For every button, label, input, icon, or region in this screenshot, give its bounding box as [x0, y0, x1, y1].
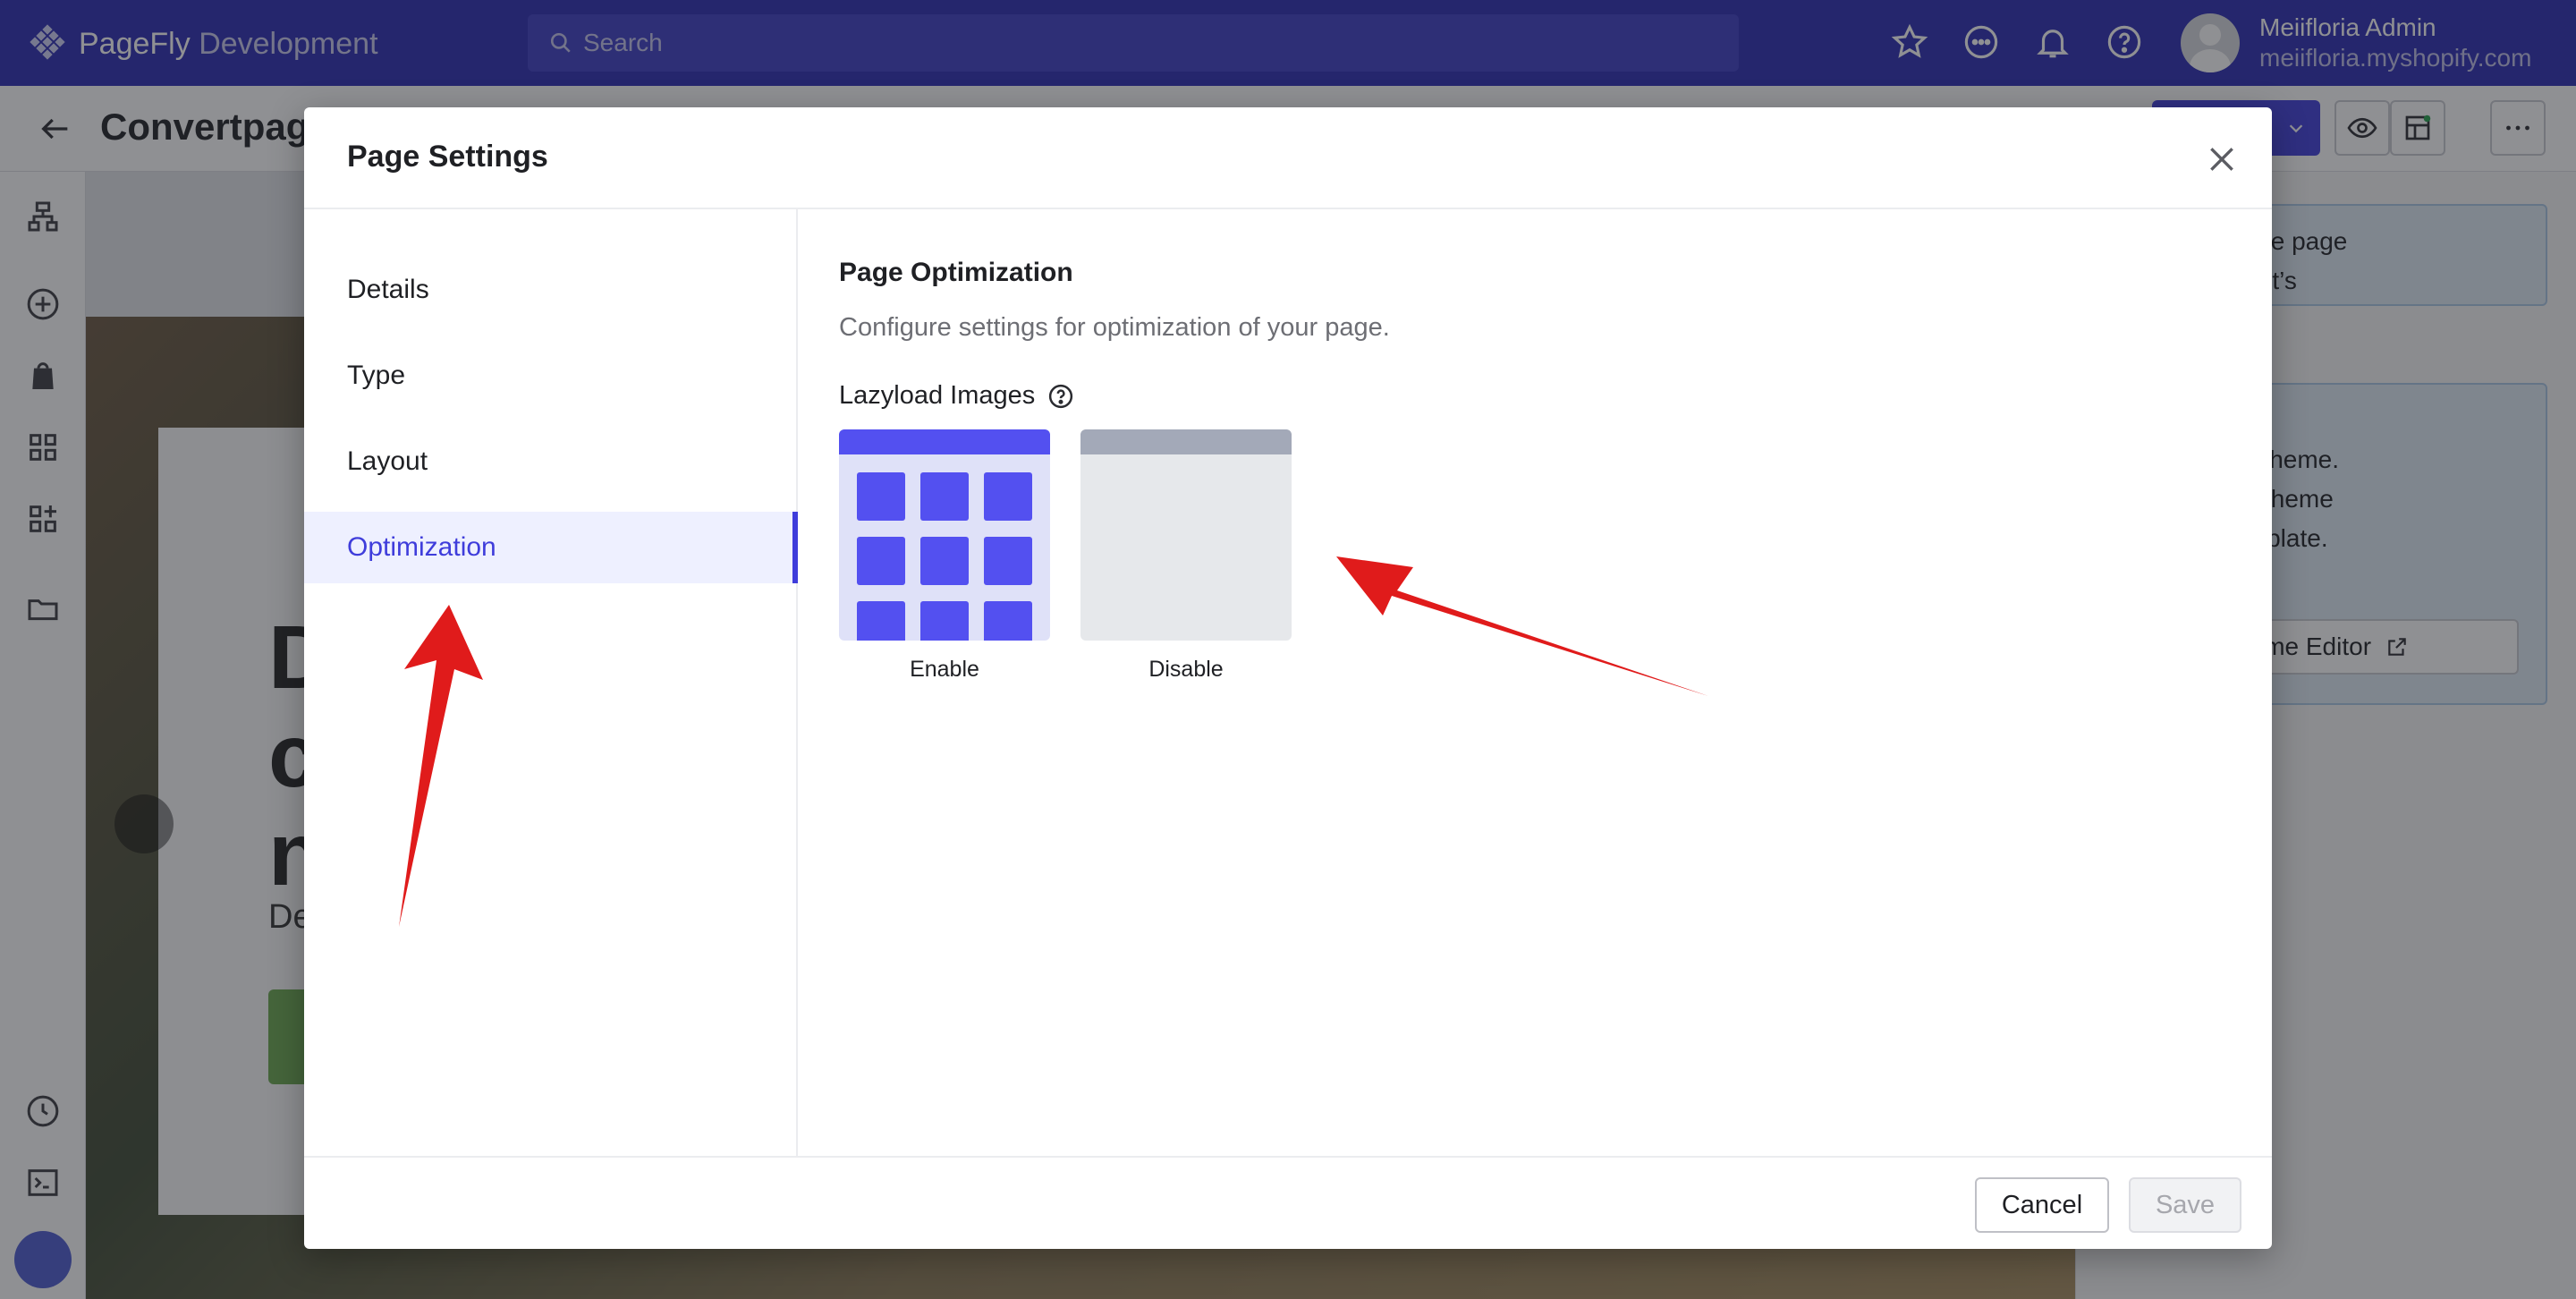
lazyload-enable-option[interactable]: [839, 429, 1050, 641]
nav-item-details[interactable]: Details: [304, 254, 798, 326]
nav-item-label: Layout: [347, 446, 428, 476]
nav-item-label: Type: [347, 361, 406, 390]
disable-option-label: Disable: [1148, 657, 1224, 682]
nav-item-type[interactable]: Type: [304, 340, 798, 412]
modal-title: Page Settings: [347, 140, 548, 174]
modal-footer: Cancel Save: [304, 1156, 2272, 1249]
modal-header: Page Settings: [304, 107, 2272, 209]
lazyload-enabled-illustration: [839, 429, 1050, 641]
lazyload-disabled-illustration: [1080, 429, 1292, 641]
section-title: Page Optimization: [839, 258, 1073, 287]
close-icon[interactable]: [2204, 141, 2240, 177]
settings-nav: Details Type Layout Optimization: [304, 209, 798, 1156]
lazyload-label: Lazyload Images: [839, 381, 1036, 410]
lazyload-disable-option[interactable]: [1080, 429, 1292, 641]
help-icon[interactable]: [1047, 383, 1074, 410]
save-button[interactable]: Save: [2129, 1177, 2241, 1233]
nav-item-label: Optimization: [347, 532, 496, 562]
nav-item-optimization[interactable]: Optimization: [304, 512, 798, 583]
optimization-panel: Page Optimization Configure settings for…: [798, 209, 2272, 1156]
nav-item-label: Details: [347, 275, 429, 304]
section-description: Configure settings for optimization of y…: [839, 313, 1390, 342]
page-settings-modal: Page Settings Details Type Layout Optimi…: [304, 107, 2272, 1249]
nav-item-layout[interactable]: Layout: [304, 426, 798, 497]
cancel-button[interactable]: Cancel: [1975, 1177, 2109, 1233]
lazyload-field-label: Lazyload Images: [839, 381, 1074, 411]
enable-option-label: Enable: [910, 657, 979, 682]
